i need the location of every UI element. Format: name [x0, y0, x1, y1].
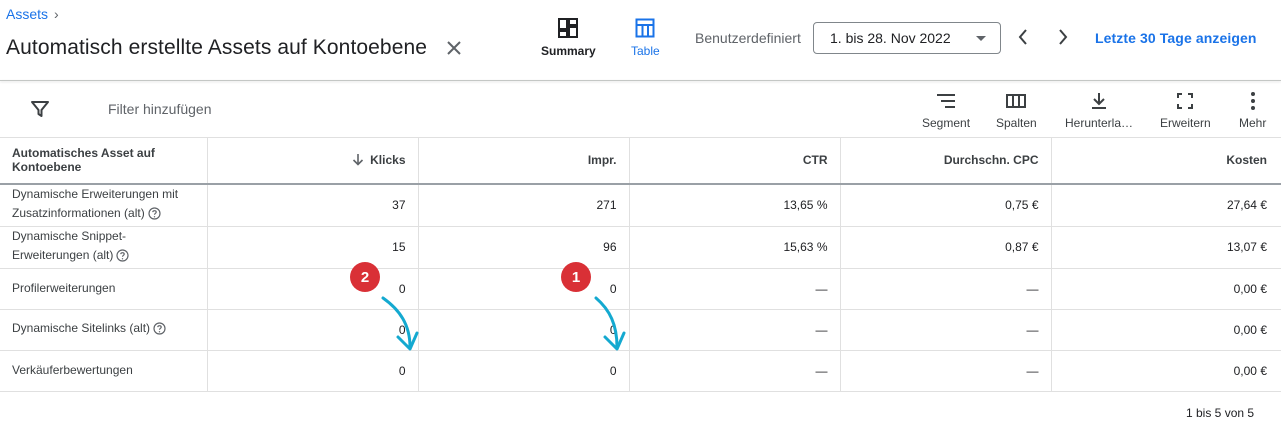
cell-avg-cpc: —: [840, 268, 1052, 310]
column-header-ctr[interactable]: CTR: [629, 137, 841, 185]
asset-name-line1: Dynamische Snippet-: [12, 228, 127, 243]
help-icon[interactable]: [148, 206, 161, 226]
column-header-cost[interactable]: Kosten: [1051, 137, 1281, 185]
summary-icon: [558, 18, 579, 38]
table-label: Table: [631, 44, 660, 58]
title-row: Automatisch erstellte Assets auf Kontoeb…: [6, 36, 465, 60]
cell-clicks: 37: [207, 183, 419, 227]
asset-name-line1: Profilerweiterungen: [12, 281, 116, 295]
column-header-impressions[interactable]: Impr.: [418, 137, 630, 185]
summary-label: Summary: [541, 44, 596, 58]
download-icon: [1089, 90, 1109, 112]
asset-name-line2: Erweiterungen (alt): [12, 247, 114, 262]
cell-ctr: 15,63 %: [629, 226, 841, 269]
segment-icon: [935, 90, 957, 112]
cell-asset: Profilerweiterungen: [0, 268, 208, 310]
last-30-days-link[interactable]: Letzte 30 Tage anzeigen: [1095, 30, 1257, 46]
annotation-badge-2: 2: [350, 262, 380, 292]
expand-button[interactable]: Erweitern: [1160, 90, 1211, 130]
previous-period-button[interactable]: [1013, 26, 1033, 48]
add-filter-input[interactable]: Filter hinzufügen: [108, 101, 212, 117]
cell-impressions: 271: [418, 183, 630, 227]
cell-ctr: —: [629, 350, 841, 392]
segment-label: Segment: [922, 116, 971, 130]
cell-ctr: 13,65 %: [629, 183, 841, 227]
date-range-label: Benutzerdefiniert: [695, 30, 801, 46]
cell-cost: 27,64 €: [1051, 183, 1281, 227]
chevron-left-icon: [1018, 29, 1027, 45]
asset-name-line1: Dynamische Sitelinks (alt): [12, 320, 151, 335]
pagination-info: 1 bis 5 von 5: [1186, 406, 1255, 420]
cell-ctr: —: [629, 268, 841, 310]
column-header-avg-cpc[interactable]: Durchschn. CPC: [840, 137, 1052, 185]
cell-impressions: 96: [418, 226, 630, 269]
cell-avg-cpc: 0,87 €: [840, 226, 1052, 269]
cell-avg-cpc: —: [840, 309, 1052, 351]
column-header-clicks[interactable]: Klicks: [207, 137, 419, 185]
cell-cost: 0,00 €: [1051, 268, 1281, 310]
more-button[interactable]: Mehr: [1239, 90, 1266, 130]
table-row[interactable]: Verkäuferbewertungen 0 0— —0,00 €: [0, 350, 1281, 392]
filter-icon[interactable]: [30, 99, 52, 119]
header-divider: [0, 80, 1281, 81]
cell-ctr: —: [629, 309, 841, 351]
cell-avg-cpc: —: [840, 350, 1052, 392]
columns-button[interactable]: Spalten: [996, 90, 1037, 130]
cell-clicks: 0: [207, 309, 419, 351]
cell-asset: Verkäuferbewertungen: [0, 350, 208, 392]
cell-impressions: 0: [418, 309, 630, 351]
table-icon: [635, 18, 655, 38]
table-row[interactable]: Dynamische Sitelinks (alt) 0 0— —0,00 €: [0, 309, 1281, 351]
columns-label: Spalten: [996, 116, 1037, 130]
asset-name-line1: Verkäuferbewertungen: [12, 363, 133, 377]
cell-asset: Dynamische Sitelinks (alt): [0, 309, 208, 351]
expand-label: Erweitern: [1160, 116, 1211, 130]
chevron-right-icon: [1059, 29, 1068, 45]
cell-clicks: 0: [207, 268, 419, 310]
cell-cost: 13,07 €: [1051, 226, 1281, 269]
date-range-value: 1. bis 28. Nov 2022: [830, 30, 951, 46]
next-period-button[interactable]: [1053, 26, 1073, 48]
annotation-badge-1: 1: [561, 262, 591, 292]
more-label: Mehr: [1239, 116, 1267, 130]
cell-cost: 0,00 €: [1051, 309, 1281, 351]
cell-clicks: 0: [207, 350, 419, 392]
asset-name-line1: Dynamische Erweiterungen mit: [12, 186, 179, 201]
cell-asset: Dynamische Snippet- Erweiterungen (alt): [0, 226, 208, 269]
segment-button[interactable]: Segment: [922, 90, 970, 130]
table-header-row: Automatisches Asset auf Kontoebene Klick…: [0, 137, 1281, 185]
table-row[interactable]: Profilerweiterungen 0 0— —0,00 €: [0, 268, 1281, 310]
assets-table: Automatisches Asset auf Kontoebene Klick…: [0, 137, 1281, 392]
column-header-asset[interactable]: Automatisches Asset auf Kontoebene: [0, 137, 208, 185]
cell-impressions: 0: [418, 268, 630, 310]
help-icon[interactable]: [153, 321, 166, 341]
sort-down-arrow-icon: [353, 154, 364, 166]
chevron-right-icon: ›: [54, 6, 59, 22]
asset-name-line2: Zusatzinformationen (alt): [12, 205, 145, 220]
download-button[interactable]: Herunterla…: [1063, 90, 1135, 130]
breadcrumb-assets-link[interactable]: Assets: [6, 6, 48, 22]
table-row[interactable]: Dynamische Erweiterungen mit Zusatzinform…: [0, 183, 1281, 227]
cell-avg-cpc: 0,75 €: [840, 183, 1052, 227]
table-row[interactable]: Dynamische Snippet- Erweiterungen (alt) 15…: [0, 226, 1281, 269]
page-title: Automatisch erstellte Assets auf Kontoeb…: [6, 36, 428, 59]
table-view-button[interactable]: Table: [631, 18, 660, 58]
more-vert-icon: [1250, 90, 1256, 112]
cell-asset: Dynamische Erweiterungen mit Zusatzinform…: [0, 183, 208, 227]
close-icon[interactable]: [443, 37, 465, 59]
download-label: Herunterla…: [1064, 116, 1134, 130]
summary-view-button[interactable]: Summary: [541, 18, 596, 58]
help-icon[interactable]: [116, 248, 129, 268]
fullscreen-icon: [1176, 90, 1194, 112]
cell-clicks: 15: [207, 226, 419, 269]
breadcrumb: Assets ›: [6, 6, 59, 22]
date-range-select[interactable]: 1. bis 28. Nov 2022: [813, 22, 1001, 54]
cell-impressions: 0: [418, 350, 630, 392]
cell-cost: 0,00 €: [1051, 350, 1281, 392]
caret-down-icon: [976, 36, 986, 41]
columns-icon: [1005, 90, 1027, 112]
